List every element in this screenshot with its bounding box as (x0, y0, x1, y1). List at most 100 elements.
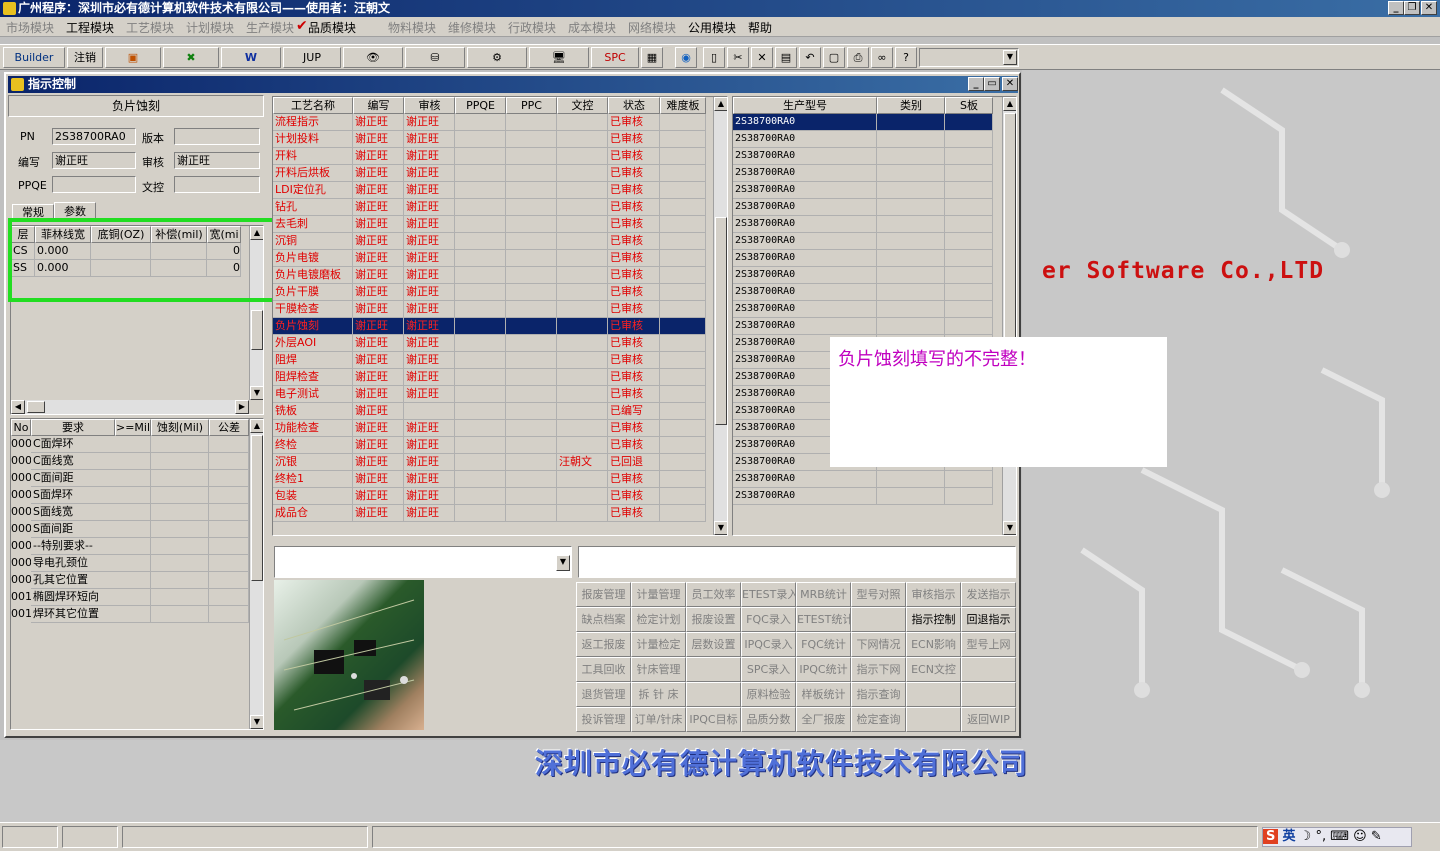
process-row[interactable]: 终检 谢正旺 谢正旺 已审核 (273, 437, 727, 454)
version-field[interactable] (174, 128, 260, 145)
process-row[interactable]: 沉银 谢正旺 谢正旺 汪朝文 已回退 (273, 454, 727, 471)
function-button[interactable] (961, 682, 1016, 707)
model-row[interactable]: 2S38700RA0 (733, 301, 1016, 318)
chevron-down-icon[interactable]: ▼ (556, 555, 570, 571)
menu-item[interactable]: 网络模块 (628, 19, 676, 36)
user-icon[interactable]: ☺ (1353, 829, 1367, 844)
req-row[interactable]: 000 导电孔颈位 (11, 555, 263, 572)
function-button[interactable]: 拆 针 床 (631, 682, 686, 707)
punctuation-icon[interactable]: °, (1315, 829, 1326, 844)
function-button[interactable]: 员工效率 (686, 582, 741, 607)
process-row[interactable]: 阻焊 谢正旺 谢正旺 已审核 (273, 352, 727, 369)
menu-item[interactable]: 公用模块 (688, 19, 736, 36)
function-button[interactable]: IPQC录入 (741, 632, 796, 657)
req-row[interactable]: 000 S面间距 (11, 521, 263, 538)
function-button[interactable]: 返回WIP (961, 707, 1016, 732)
model-row[interactable]: 2S38700RA0 (733, 250, 1016, 267)
function-button[interactable]: ECN文控 (906, 657, 961, 682)
process-row[interactable]: 终检1 谢正旺 谢正旺 已审核 (273, 471, 727, 488)
globe-icon[interactable]: ◉ (675, 47, 697, 68)
ime-toolbar[interactable]: S 英 ☽ °, ⌨ ☺ ✎ (1262, 827, 1412, 847)
function-button[interactable]: MRB统计 (796, 582, 851, 607)
scroll-up-icon[interactable]: ▲ (714, 97, 727, 111)
scroll-down-icon[interactable]: ▼ (250, 715, 263, 729)
menu-item[interactable]: 生产模块 (246, 19, 294, 36)
window-restore-button[interactable]: ▭ (984, 77, 1000, 91)
menu-item[interactable]: 工程模块 (66, 19, 114, 36)
binoculars-icon[interactable]: ∞ (871, 47, 893, 68)
close-button[interactable]: ✕ (1421, 1, 1437, 15)
function-button[interactable]: 投诉管理 (576, 707, 631, 732)
function-button[interactable]: 计量检定 (631, 632, 686, 657)
minimize-button[interactable]: _ (1388, 1, 1404, 15)
model-row[interactable]: 2S38700RA0 (733, 488, 1016, 505)
scroll-down-icon[interactable]: ▼ (250, 386, 263, 400)
model-row[interactable]: 2S38700RA0 (733, 165, 1016, 182)
model-col-header[interactable]: S板 (945, 97, 993, 114)
ppqe-field[interactable] (52, 176, 136, 193)
process-col-header[interactable]: 文控 (557, 97, 608, 114)
function-button[interactable]: IPQC统计 (796, 657, 851, 682)
process-col-header[interactable]: 难度板 (660, 97, 706, 114)
function-button[interactable]: 计量管理 (631, 582, 686, 607)
model-row[interactable]: 2S38700RA0 (733, 131, 1016, 148)
print-icon[interactable]: ⎙ (847, 47, 869, 68)
database-icon[interactable]: ⛁ (405, 47, 465, 68)
menu-item[interactable]: 成本模块 (568, 19, 616, 36)
req-col-header[interactable]: 蚀刻(Mil) (151, 419, 209, 436)
req-row[interactable]: 000 C面线宽 (11, 453, 263, 470)
process-row[interactable]: 成品仓 谢正旺 谢正旺 已审核 (273, 505, 727, 522)
req-col-header[interactable]: 要求 (31, 419, 115, 436)
function-button[interactable]: 检定查询 (851, 707, 906, 732)
process-row[interactable]: 负片蚀刻 谢正旺 谢正旺 已审核 (273, 318, 727, 335)
function-button[interactable] (906, 707, 961, 732)
hscroll-thumb[interactable] (27, 401, 45, 413)
word-icon[interactable]: W (221, 47, 281, 68)
cut-icon[interactable]: ✂ (727, 47, 749, 68)
function-button[interactable] (686, 657, 741, 682)
preview-icon[interactable]: ▢ (823, 47, 845, 68)
model-row[interactable]: 2S38700RA0 (733, 267, 1016, 284)
function-button[interactable]: SPC录入 (741, 657, 796, 682)
process-row[interactable]: 功能检查 谢正旺 谢正旺 已审核 (273, 420, 727, 437)
process-row[interactable]: 沉铜 谢正旺 谢正旺 已审核 (273, 233, 727, 250)
function-button[interactable]: ETEST统计 (796, 607, 851, 632)
process-row[interactable]: LDI定位孔 谢正旺 谢正旺 已审核 (273, 182, 727, 199)
logout-button[interactable]: 注销 (67, 47, 103, 68)
toolbar-combo[interactable]: ▼ (919, 48, 1019, 67)
function-button[interactable]: IPQC目标 (686, 707, 741, 732)
param-hscroll[interactable]: ◀ ▶ (11, 400, 249, 414)
process-row[interactable]: 开料 谢正旺 谢正旺 已审核 (273, 148, 727, 165)
restore-button[interactable]: ❐ (1404, 1, 1420, 15)
function-button[interactable]: 样板统计 (796, 682, 851, 707)
pn-field[interactable]: 2S38700RA0 (52, 128, 136, 145)
function-button[interactable]: 审核指示 (906, 582, 961, 607)
builder-button[interactable]: Builder (3, 47, 65, 68)
menu-item[interactable]: 市场模块 (6, 19, 54, 36)
function-button[interactable]: 层数设置 (686, 632, 741, 657)
process-row[interactable]: 去毛刺 谢正旺 谢正旺 已审核 (273, 216, 727, 233)
powerpoint-icon[interactable]: ▣ (105, 47, 161, 68)
model-row[interactable]: 2S38700RA0 (733, 199, 1016, 216)
models-vscroll[interactable]: ▲ ▼ (1002, 97, 1016, 535)
scroll-right-icon[interactable]: ▶ (235, 400, 249, 414)
process-row[interactable]: 外层AOI 谢正旺 谢正旺 已审核 (273, 335, 727, 352)
function-button[interactable]: 针床管理 (631, 657, 686, 682)
jup-button[interactable]: JUP (283, 47, 341, 68)
window-minimize-button[interactable]: _ (968, 77, 984, 91)
excel-icon[interactable]: ✖ (163, 47, 219, 68)
req-row[interactable]: 000 孔其它位置 (11, 572, 263, 589)
function-button[interactable]: 发送指示 (961, 582, 1016, 607)
function-button[interactable]: 型号对照 (851, 582, 906, 607)
req-vscroll[interactable]: ▲ ▼ (249, 419, 263, 729)
keyboard-icon[interactable]: ⌨ (1330, 829, 1349, 844)
function-button[interactable]: 下网情况 (851, 632, 906, 657)
function-button[interactable]: 品质分数 (741, 707, 796, 732)
model-col-header[interactable]: 类别 (877, 97, 945, 114)
menu-item[interactable]: 行政模块 (508, 19, 556, 36)
function-button[interactable] (686, 682, 741, 707)
process-col-header[interactable]: 审核 (404, 97, 455, 114)
function-button[interactable]: 工具回收 (576, 657, 631, 682)
function-button[interactable]: FQC录入 (741, 607, 796, 632)
sogou-icon[interactable]: S (1263, 829, 1279, 844)
